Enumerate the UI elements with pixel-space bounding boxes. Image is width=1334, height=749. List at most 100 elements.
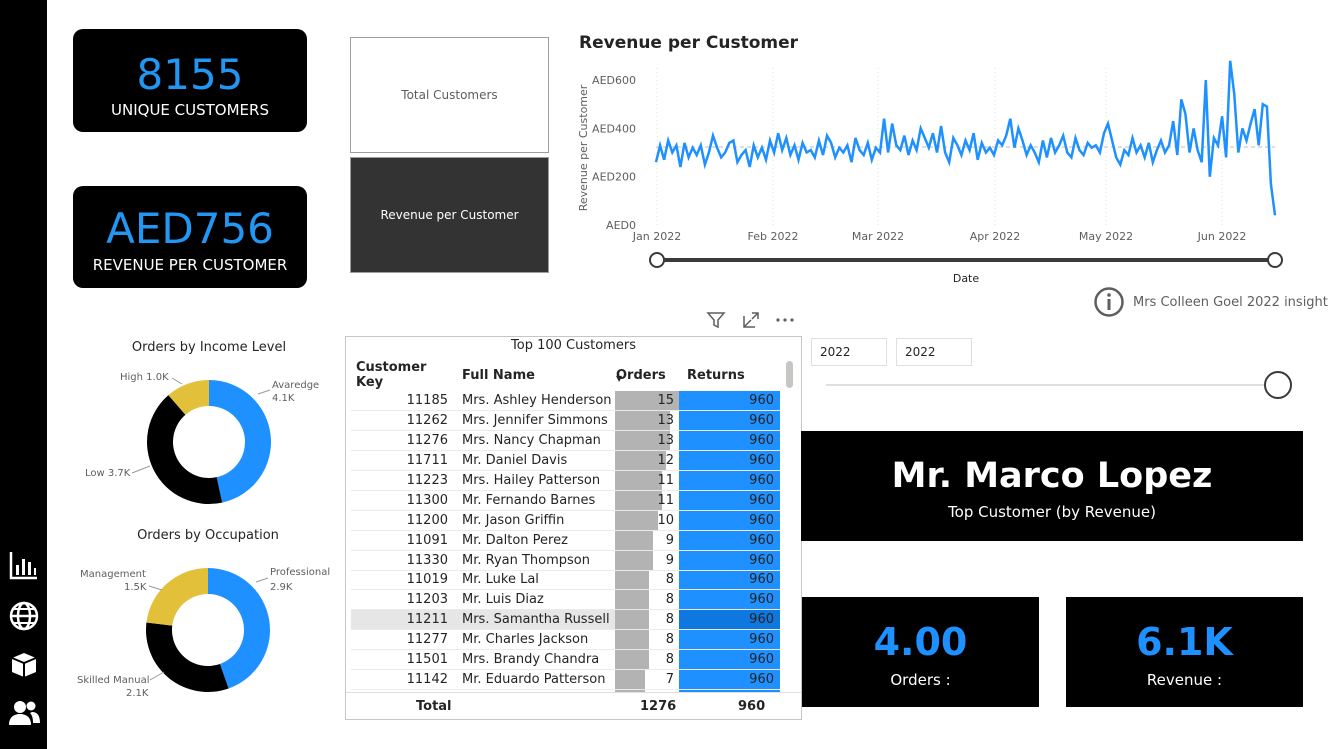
table-row[interactable]: 11277 Mr. Charles Jackson 8 960	[351, 629, 780, 650]
x-tick-label: Jan 2022	[632, 230, 681, 243]
revenue-series-line	[654, 60, 1277, 216]
table-row[interactable]: 11203 Mr. Luis Diaz 8 960	[351, 589, 780, 610]
occupation-donut-slice[interactable]	[146, 622, 229, 692]
insight-text: Mrs Colleen Goel 2022 insight	[1133, 294, 1328, 310]
cell-returns: 960	[679, 589, 780, 610]
cell-customer-key: 11223	[406, 473, 448, 488]
header-returns[interactable]: Returns	[679, 359, 780, 391]
cell-customer-key: 11277	[406, 632, 448, 648]
cell-customer-key: 11300	[406, 492, 448, 508]
top-customer-caption: Top Customer (by Revenue)	[948, 503, 1156, 521]
top-customer-orders-label: Orders :	[890, 671, 951, 689]
cell-orders: 8	[615, 570, 679, 590]
cell-customer-key: 11211	[351, 609, 456, 630]
table-row[interactable]: 11185 Mrs. Ashley Henderson 15 960	[351, 391, 780, 411]
unique-customers-value: 8155	[136, 50, 244, 99]
year-slider-handle[interactable]	[1264, 371, 1292, 399]
cell-orders: 12	[615, 451, 679, 471]
year-slider-track[interactable]	[826, 384, 1266, 386]
cell-full-name: Mr. Jason Griffin	[462, 512, 565, 528]
info-icon[interactable]	[1093, 286, 1125, 318]
cell-returns: 960	[679, 510, 780, 531]
table-row[interactable]: 11262 Mrs. Jennifer Simmons 13 960	[351, 410, 780, 431]
x-tick-label: Feb 2022	[748, 230, 799, 243]
cell-full-name: Mr. Luis Diaz	[462, 592, 544, 608]
cell-returns: 960	[679, 470, 780, 491]
table-row[interactable]: 11200 Mr. Jason Griffin 10 960	[351, 510, 780, 531]
cell-customer-key: 11330	[406, 552, 448, 568]
cell-orders: 13	[615, 431, 679, 451]
table-title: Top 100 Customers	[511, 338, 636, 353]
year-from-input[interactable]: 2022	[811, 338, 887, 366]
bar-chart-icon[interactable]	[8, 549, 40, 581]
total-returns: 960	[738, 699, 766, 714]
table-row[interactable]: 11276 Mrs. Nancy Chapman 13 960	[351, 430, 780, 451]
focus-mode-icon[interactable]	[741, 310, 761, 330]
occupation-donut-title: Orders by Occupation	[137, 528, 279, 543]
revenue-per-customer-label: REVENUE PER CUSTOMER	[92, 256, 288, 274]
cell-full-name: Mrs. Hailey Patterson	[462, 473, 601, 488]
table-row[interactable]: 11142 Mr. Eduardo Patterson 7 960	[351, 669, 780, 690]
table-row[interactable]: 11501 Mrs. Brandy Chandra 8 960	[351, 649, 780, 670]
cell-returns: 960	[679, 490, 780, 511]
cell-customer-key: 11276	[406, 433, 448, 449]
income-label-avaredge: Avaredge	[272, 380, 319, 391]
date-range-end-handle[interactable]	[1267, 252, 1283, 268]
cell-full-name: Mrs. Samantha Russell	[456, 609, 615, 630]
cell-returns: 960	[679, 430, 780, 451]
cell-orders: 15	[615, 391, 679, 411]
table-row[interactable]: 11211 Mrs. Samantha Russell 8 960	[351, 609, 780, 630]
cell-orders: 13	[615, 411, 679, 431]
box-icon[interactable]	[8, 648, 40, 680]
cell-customer-key: 11501	[406, 652, 448, 668]
more-options-icon[interactable]	[775, 310, 795, 330]
occupation-value-professional: 2.9K	[270, 582, 293, 593]
table-row[interactable]: 11330 Mr. Ryan Thompson 9 960	[351, 550, 780, 571]
occupation-label-skilled: Skilled Manual	[77, 675, 150, 686]
occupation-donut-chart: Management 1.5K Professional 2.9K Skille…	[77, 567, 330, 699]
table-row[interactable]: 11091 Mr. Dalton Perez 9 960	[351, 530, 780, 551]
filter-icon[interactable]	[706, 310, 726, 330]
income-donut-chart: High 1.0K Avaredge 4.1K Low 3.7K	[85, 372, 319, 504]
cell-full-name: Mr. Daniel Davis	[462, 453, 568, 469]
insight-link[interactable]: Mrs Colleen Goel 2022 insight	[1093, 286, 1328, 318]
cell-returns: 960	[679, 570, 780, 590]
cell-customer-key: 11200	[406, 512, 448, 528]
cell-customer-key: 11711	[406, 453, 448, 469]
header-full-name[interactable]: Full Name	[456, 359, 615, 391]
line-chart-title: Revenue per Customer	[579, 33, 799, 53]
x-tick-label: May 2022	[1079, 230, 1133, 243]
globe-icon[interactable]	[8, 600, 40, 632]
income-value-avaredge: 4.1K	[272, 393, 295, 404]
cell-orders: 11	[615, 490, 679, 510]
revenue-per-customer-button[interactable]: Revenue per Customer	[350, 157, 549, 273]
cell-full-name: Mr. Fernando Barnes	[462, 492, 596, 508]
occupation-donut-slice[interactable]	[146, 568, 208, 626]
top-customer-orders-card: 4.00 Orders :	[802, 597, 1039, 707]
year-to-input[interactable]: 2022	[896, 338, 972, 366]
users-icon[interactable]	[8, 697, 40, 729]
header-customer-key[interactable]: Customer Key	[351, 359, 456, 391]
cell-returns: 960	[679, 669, 780, 690]
table-row[interactable]: 11223 Mrs. Hailey Patterson 11 960	[351, 470, 780, 491]
top-customer-revenue-card: 6.1K Revenue :	[1066, 597, 1303, 707]
cell-returns: 960	[679, 530, 780, 551]
table-row[interactable]: 11711 Mr. Daniel Davis 12 960	[351, 450, 780, 471]
table-row[interactable]: 11300 Mr. Fernando Barnes 11 960	[351, 490, 780, 511]
cell-orders: 9	[615, 530, 679, 550]
cell-full-name: Mr. Luke Lal	[462, 572, 539, 588]
cell-full-name: Mr. Eduardo Patterson	[462, 671, 606, 687]
income-donut-slice[interactable]	[209, 380, 271, 503]
occupation-label-management: Management	[80, 569, 146, 580]
cell-returns: 960	[679, 629, 780, 650]
y-tick-label: AED200	[592, 171, 636, 184]
top-customer-card: Mr. Marco Lopez Top Customer (by Revenue…	[801, 431, 1303, 541]
total-customers-button[interactable]: Total Customers	[350, 37, 549, 153]
table-scrollbar[interactable]	[786, 361, 793, 388]
income-donut-title: Orders by Income Level	[131, 340, 287, 355]
y-axis-label: Revenue per Customer	[577, 84, 590, 211]
header-orders[interactable]: Orders ▼	[615, 359, 679, 391]
x-tick-label: Apr 2022	[970, 230, 1021, 243]
date-range-start-handle[interactable]	[649, 252, 665, 268]
table-row[interactable]: 11019 Mr. Luke Lal 8 960	[351, 570, 780, 590]
